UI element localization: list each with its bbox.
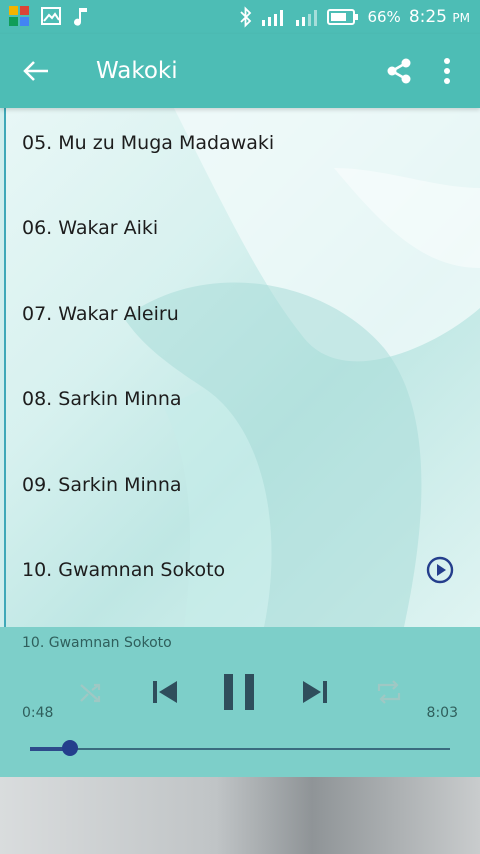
track-item-09[interactable]: 09. Sarkin Minna (22, 455, 462, 515)
signal-strength-secondary-icon (296, 10, 318, 26)
seek-bar[interactable] (30, 740, 450, 756)
track-item-08[interactable]: 08. Sarkin Minna (22, 369, 462, 429)
total-duration: 8:03 (426, 705, 458, 721)
track-label: 07. Wakar Aleiru (22, 303, 179, 325)
skip-previous-icon[interactable] (150, 677, 180, 707)
app-bar: Wakoki (0, 34, 480, 108)
back-arrow-icon[interactable] (20, 56, 54, 86)
track-label: 08. Sarkin Minna (22, 388, 182, 410)
music-note-icon (74, 8, 87, 26)
now-playing-title: 10. Gwamnan Sokoto (22, 635, 172, 651)
page-title: Wakoki (96, 58, 178, 84)
image-notification-icon (41, 7, 61, 25)
pause-icon[interactable] (220, 672, 258, 712)
seek-bar-thumb[interactable] (61, 740, 78, 756)
track-item-10[interactable]: 10. Gwamnan Sokoto (22, 540, 462, 600)
play-circle-icon[interactable] (426, 556, 454, 584)
track-label: 06. Wakar Aiki (22, 217, 159, 239)
clock: 8:25 PM (409, 7, 470, 27)
skip-next-icon[interactable] (300, 677, 330, 707)
share-icon[interactable] (384, 56, 414, 86)
shuffle-icon[interactable] (78, 680, 104, 706)
repeat-icon[interactable] (375, 679, 403, 705)
track-label: 05. Mu zu Muga Madawaki (22, 132, 275, 154)
track-item-06[interactable]: 06. Wakar Aiki (22, 198, 462, 258)
player-panel: 10. Gwamnan Sokoto 0:48 8:03 (0, 627, 480, 777)
clock-time: 8:25 (408, 7, 447, 27)
battery-icon (327, 9, 359, 25)
track-list[interactable]: 05. Mu zu Muga Madawaki 06. Wakar Aiki 0… (4, 108, 480, 627)
list-left-rule (4, 108, 6, 627)
more-options-icon[interactable] (436, 56, 458, 86)
track-item-07[interactable]: 07. Wakar Aleiru (22, 284, 462, 344)
elapsed-time: 0:48 (22, 705, 54, 721)
track-item-05[interactable]: 05. Mu zu Muga Madawaki (22, 113, 462, 173)
bluetooth-icon (240, 6, 252, 28)
status-bar: 66% 8:25 PM (0, 0, 480, 34)
bottom-banner-area (0, 777, 480, 854)
track-label: 10. Gwamnan Sokoto (22, 559, 226, 581)
clock-ampm: PM (452, 11, 470, 25)
app-notification-icon (9, 6, 29, 26)
track-label: 09. Sarkin Minna (22, 474, 182, 496)
signal-strength-icon (262, 10, 284, 26)
battery-percent: 66% (367, 8, 401, 26)
